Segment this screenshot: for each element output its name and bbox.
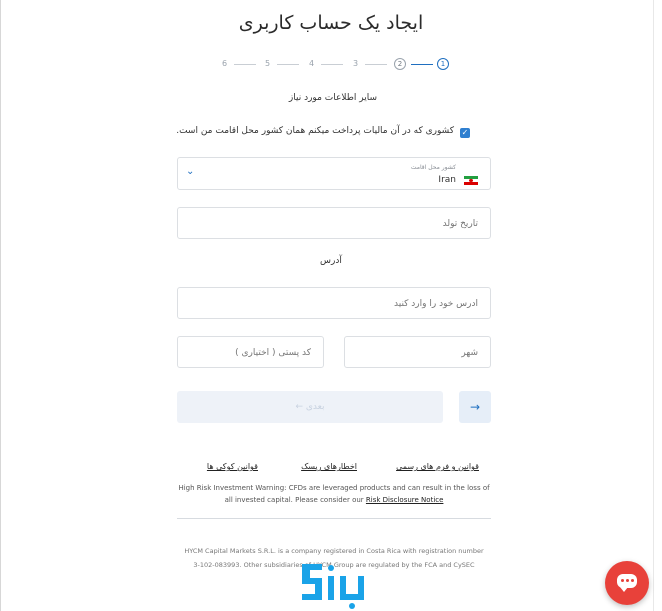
right-border <box>653 0 654 611</box>
step-5: 5 <box>265 59 271 68</box>
footer-links: قوانین و فرم های رسمی اخطارهای ریسک قوان… <box>177 462 491 476</box>
country-value: Iran <box>438 175 456 185</box>
birth-date-field[interactable] <box>177 207 491 240</box>
tax-residence-label: کشوری که در آن مالیات پرداخت میکنم همان … <box>176 126 454 136</box>
arrow-right-icon: → <box>469 400 481 414</box>
step-2: 2 <box>394 58 406 70</box>
page-title: ایجاد یک حساب کاربری <box>238 12 424 34</box>
signup-stepper: 6 5 4 3 2 1 <box>220 58 450 72</box>
step-connector <box>277 64 299 65</box>
section-title: سایر اطلاعات مورد نیاز <box>288 93 377 103</box>
iran-flag-icon <box>464 176 478 185</box>
step-connector <box>234 64 256 65</box>
left-border <box>0 0 1 611</box>
risk-warnings-link[interactable]: اخطارهای ریسک <box>301 462 357 471</box>
step-4: 4 <box>309 59 315 68</box>
birth-date-input[interactable] <box>356 208 480 240</box>
next-button[interactable]: بعدی ← <box>177 391 443 423</box>
step-6: 6 <box>222 59 228 68</box>
postal-code-field[interactable] <box>177 336 324 369</box>
step-connector <box>321 64 343 65</box>
step-1-current: 1 <box>437 58 449 70</box>
postal-code-input[interactable] <box>189 337 313 369</box>
legal-forms-link[interactable]: قوانین و فرم های رسمی <box>396 462 479 471</box>
city-input[interactable] <box>356 337 480 369</box>
address-field[interactable] <box>177 287 491 320</box>
country-caption: کشور محل اقامت <box>410 164 456 171</box>
chat-button[interactable] <box>605 561 649 605</box>
risk-disclosure-link[interactable]: Risk Disclosure Notice <box>366 496 444 504</box>
watermark-logo <box>302 564 364 609</box>
step-connector <box>365 64 387 65</box>
country-select[interactable]: کشور محل اقامت Iran ⌄ <box>177 157 491 190</box>
chevron-down-icon[interactable]: ⌄ <box>186 166 194 177</box>
step-3: 3 <box>353 59 359 68</box>
tax-residence-checkbox[interactable]: ✓ <box>460 128 470 138</box>
risk-warning: High Risk Investment Warning: CFDs are l… <box>177 482 491 506</box>
divider <box>177 518 491 519</box>
back-button[interactable]: → <box>459 391 491 423</box>
address-label: آدرس <box>320 256 342 266</box>
tax-residence-row[interactable]: ✓ کشوری که در آن مالیات پرداخت میکنم هما… <box>176 126 470 140</box>
cookie-policy-link[interactable]: قوانین کوکی ها <box>207 462 258 471</box>
address-input[interactable] <box>356 288 480 320</box>
city-field[interactable] <box>344 336 491 369</box>
step-connector-active <box>411 64 433 65</box>
chat-icon <box>617 574 637 592</box>
